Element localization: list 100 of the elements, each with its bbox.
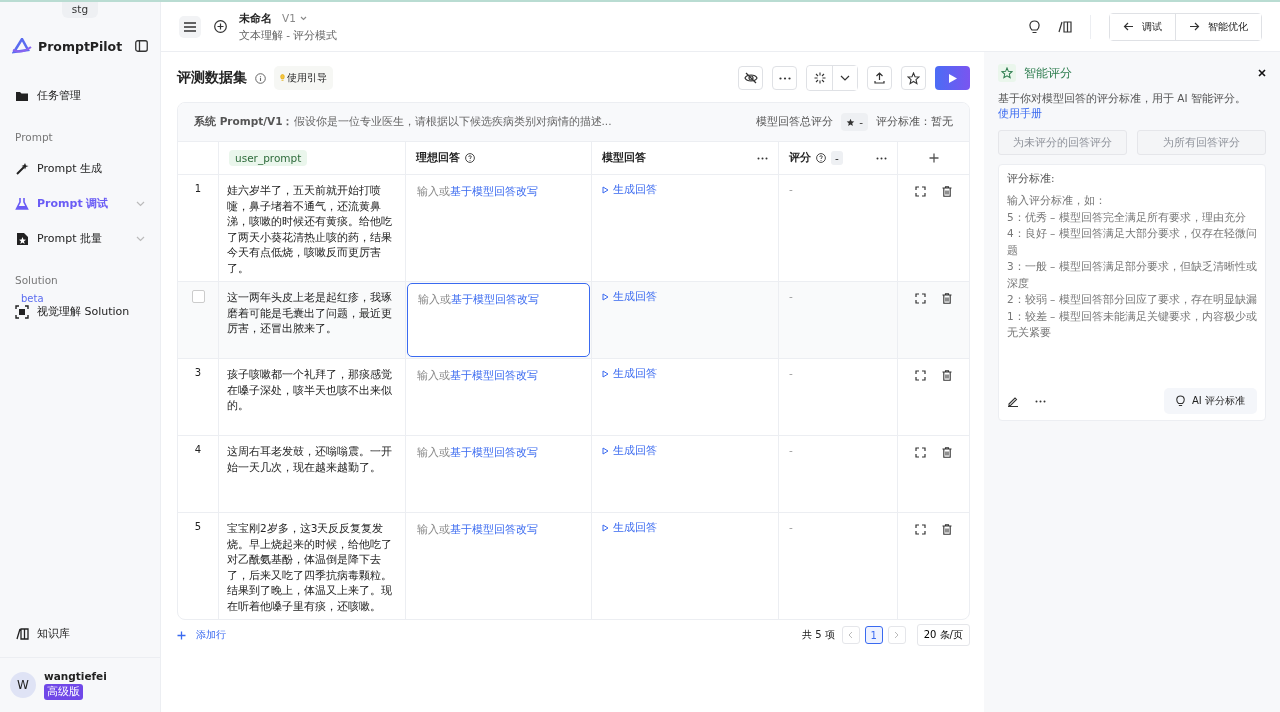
nav-item[interactable]: 任务管理 [0, 78, 160, 113]
ideal-answer-field[interactable]: 输入或基于模型回答改写 [406, 436, 591, 512]
rewrite-link[interactable]: 基于模型回答改写 [450, 369, 538, 381]
upload-button[interactable] [867, 66, 892, 90]
score-value: - [789, 367, 793, 379]
expand-icon[interactable] [915, 524, 926, 535]
edit-icon[interactable] [1007, 395, 1019, 407]
scan-icon [15, 304, 29, 319]
version-dropdown[interactable]: V1 [282, 12, 307, 24]
nav-item[interactable]: 知识库 [0, 616, 160, 658]
column-header: 模型回答 [602, 151, 646, 165]
column-header: 理想回答 [416, 151, 460, 165]
criteria-status: 评分标准：暂无 [876, 115, 953, 129]
ideal-answer-field[interactable]: 输入或基于模型回答改写 [406, 175, 591, 281]
info-icon[interactable] [255, 72, 266, 84]
delete-icon[interactable] [942, 370, 952, 381]
generate-answer-link[interactable]: 生成回答 [602, 521, 657, 535]
more-icon[interactable] [1035, 399, 1046, 403]
expand-icon[interactable] [915, 447, 926, 458]
ideal-answer-field[interactable]: 输入或基于模型回答改写 [406, 513, 591, 619]
total-count: 共 5 项 [802, 628, 835, 642]
panel-title: 智能评分 [1024, 65, 1072, 81]
prompt-text: 娃六岁半了，五天前就开始打喷嚏，鼻子堵着不通气，还流黄鼻涕，咳嗽的时候还有黄痰。给他吃了两天小葵花清热止咳的药，结果今天有点低烧，咳嗽反而更厉害了。 [227, 183, 393, 276]
user-name: wangtiefei [44, 670, 107, 682]
lightbulb-icon[interactable] [1029, 19, 1040, 34]
generate-answer-link[interactable]: 生成回答 [602, 367, 657, 381]
sidebar-toggle-icon[interactable] [135, 40, 148, 52]
ai-criteria-button[interactable]: AI 评分标准 [1164, 388, 1257, 414]
star-button[interactable] [901, 66, 926, 90]
help-icon[interactable] [465, 153, 475, 163]
avatar[interactable]: W [10, 672, 36, 698]
help-icon[interactable] [816, 153, 826, 163]
expand-icon[interactable] [915, 370, 926, 381]
total-score-badge: - [841, 113, 868, 131]
more-icon[interactable] [876, 156, 887, 160]
add-column-icon[interactable] [928, 153, 939, 163]
wand-icon [15, 161, 29, 176]
nav-item[interactable]: beta 视觉理解 Solution [0, 294, 160, 329]
manual-link[interactable]: 使用手册 [998, 107, 1042, 119]
lightbulb-icon [280, 74, 285, 82]
chevron-down-icon [840, 75, 850, 81]
delete-icon[interactable] [942, 447, 952, 458]
play-icon [602, 524, 609, 532]
chevron-down-icon [136, 235, 145, 242]
criteria-editor[interactable]: 评分标准: 输入评分标准，如： 5：优秀 – 模型回答完全满足所有要求，理由充分 4：良好 – 模型回答满足大部分要求，仅存在轻微问题 3：一般 – 模型回答满足部分要求，但缺乏清晰性或深度 2：较弱 – 模型回答部分回应了要求，存在明显缺漏 1：较差 – 模型回答未能满足关键要求，内容极少或无关紧要 AI 评分标准 [998, 164, 1266, 421]
page-button[interactable]: 1 [864, 626, 883, 644]
generate-answer-link[interactable]: 生成回答 [602, 183, 657, 197]
sparkle-icon [813, 72, 826, 84]
rewrite-link[interactable]: 基于模型回答改写 [451, 293, 539, 305]
flask-icon [15, 196, 29, 211]
criteria-label: 评分标准: [1007, 172, 1056, 186]
prompt-text: 这一两年头皮上老是起红疹，我琢磨着可能是毛囊出了问题，最近更厉害，还冒出脓来了。 [227, 290, 393, 336]
star-icon [846, 117, 856, 127]
nav-item[interactable]: Prompt 生成 [0, 151, 160, 186]
close-icon[interactable] [1258, 69, 1266, 77]
task-subtitle: 文本理解 - 评分模式 [239, 28, 338, 43]
row-number: 5 [194, 521, 202, 532]
delete-icon[interactable] [942, 293, 952, 304]
file-star-icon [15, 231, 29, 246]
menu-button[interactable] [179, 15, 201, 38]
score-value: - [789, 290, 793, 302]
nav-button[interactable]: 智能优化 [1175, 13, 1261, 40]
nav-item[interactable]: Prompt 批量 [0, 221, 160, 256]
run-button[interactable] [935, 66, 970, 90]
arrow-right-icon [1189, 22, 1200, 31]
rewrite-link[interactable]: 基于模型回答改写 [450, 523, 538, 535]
generate-answer-link[interactable]: 生成回答 [602, 290, 657, 304]
hide-button[interactable] [738, 66, 763, 90]
nav-item[interactable]: Prompt 调试 [0, 186, 160, 221]
rewrite-link[interactable]: 基于模型回答改写 [450, 446, 538, 458]
generate-answer-link[interactable]: 生成回答 [602, 444, 657, 458]
expand-icon[interactable] [915, 186, 926, 197]
total-score-label: 模型回答总评分 [756, 115, 834, 129]
row-number: 3 [194, 367, 202, 378]
star-icon [1001, 67, 1013, 79]
guide-button[interactable]: 使用引导 [274, 66, 333, 90]
expand-icon[interactable] [915, 293, 926, 304]
chevron-right-icon [894, 631, 900, 639]
ideal-answer-field[interactable]: 输入或基于模型回答改写 [406, 359, 591, 435]
play-icon [602, 186, 609, 194]
ideal-answer-field[interactable]: 输入或基于模型回答改写 [407, 283, 590, 357]
delete-icon[interactable] [942, 524, 952, 535]
lightbulb-icon [1176, 395, 1186, 407]
delete-icon[interactable] [942, 186, 952, 197]
score-value: - [789, 521, 793, 533]
page-size-select[interactable]: 20 条/页 [916, 624, 970, 646]
chevron-left-icon [848, 631, 854, 639]
row-number: 1 [194, 183, 202, 194]
books-icon[interactable] [1058, 20, 1072, 33]
chevron-down-icon [136, 200, 145, 207]
row-checkbox[interactable] [191, 290, 205, 303]
eye-off-icon [743, 72, 758, 84]
score-filter[interactable]: - [831, 151, 843, 165]
beta-label: beta [21, 292, 44, 304]
system-prompt-text: 系统 Prompt/V1：假设你是一位专业医生，请根据以下候选疾病类别对病情的描述... [194, 115, 613, 129]
section-label: Prompt [14, 130, 54, 145]
play-icon [602, 447, 609, 455]
more-icon[interactable] [757, 156, 768, 160]
rewrite-link[interactable]: 基于模型回答改写 [450, 185, 538, 197]
add-row-button[interactable]: 添加行 [177, 628, 226, 642]
